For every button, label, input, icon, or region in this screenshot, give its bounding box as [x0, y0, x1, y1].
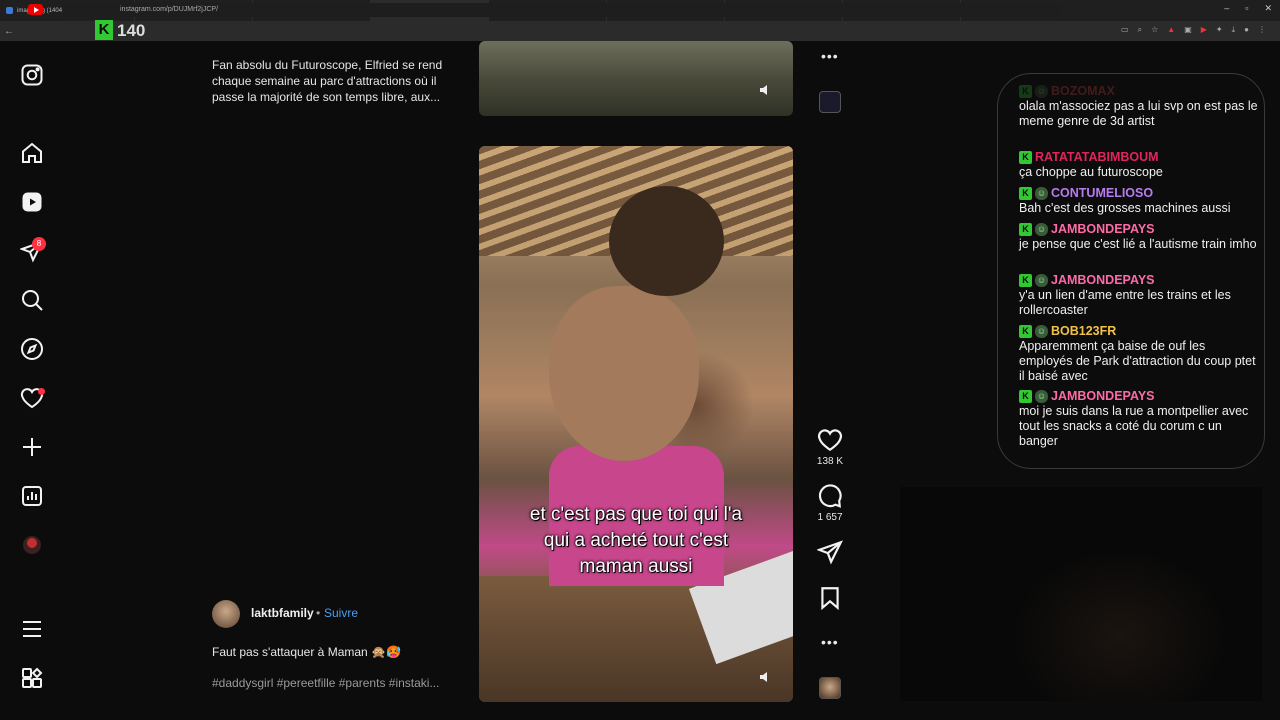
- main-post-more-icon[interactable]: •••: [821, 634, 839, 650]
- profile-icon[interactable]: ●: [1244, 25, 1249, 35]
- download-icon[interactable]: ⤓: [1232, 25, 1236, 35]
- like-count: 138 K: [816, 456, 844, 467]
- chat-message: K ☺ CONTUMELIOSO Bah c'est des grosses mach…: [1019, 186, 1259, 216]
- chat-username: BOB123FR: [1051, 324, 1117, 338]
- puzzle-icon[interactable]: ✦: [1216, 25, 1223, 35]
- more-menu-icon[interactable]: [20, 617, 44, 641]
- explore-icon[interactable]: [20, 337, 44, 361]
- kick-badge-icon: K: [1019, 325, 1032, 338]
- chat-username: JAMBONDEPAYS: [1051, 389, 1155, 403]
- streamer-webcam: [900, 487, 1262, 701]
- youtube-icon: [28, 4, 43, 15]
- chat-message: K ☺ JAMBONDEPAYS je pense que c'est lié a l…: [1019, 222, 1259, 252]
- comment-icon[interactable]: [817, 483, 843, 509]
- menu-dots-icon[interactable]: ⋮: [1258, 25, 1266, 35]
- chat-text: ça choppe au futuroscope: [1019, 165, 1163, 179]
- kick-badge-icon: K: [1019, 223, 1032, 236]
- kick-badge-icon: K: [1019, 151, 1032, 164]
- chat-username: BOZOMAX: [1051, 84, 1115, 98]
- chat-text: y'a un lien d'ame entre les trains et le…: [1019, 288, 1231, 317]
- dashboard-icon[interactable]: [20, 484, 44, 508]
- kick-badge-icon: K: [1019, 187, 1032, 200]
- previous-post-caption: Fan absolu du Futuroscope, Elfried se re…: [212, 58, 443, 104]
- extension-icons: ▭ ⌕ ☆ ▲ ▣ ▶ ✦ ⤓ ● ⋮: [1121, 25, 1266, 35]
- profile-avatar-icon[interactable]: [20, 533, 44, 557]
- address-bar: ←: [0, 21, 1280, 41]
- back-icon[interactable]: ←: [0, 26, 18, 37]
- like-heart-icon[interactable]: [817, 427, 843, 453]
- volume-icon[interactable]: [759, 83, 773, 97]
- zoom-icon[interactable]: ⌕: [1138, 25, 1142, 35]
- volume-icon[interactable]: [759, 670, 773, 684]
- reels-icon[interactable]: [20, 190, 44, 214]
- chat-text: Apparemment ça baise de ouf les employés…: [1019, 339, 1256, 383]
- chat-message: K ☺ BOZOMAX olala m'associez pas a lui svp …: [1019, 84, 1259, 129]
- subscriber-badge-icon: ☺: [1035, 187, 1048, 200]
- create-plus-icon[interactable]: [20, 435, 44, 459]
- minimize-icon[interactable]: –: [1224, 3, 1229, 14]
- author-avatar[interactable]: [212, 600, 240, 628]
- screenshot-icon[interactable]: ▭: [1121, 25, 1129, 35]
- maximize-icon[interactable]: ▫: [1245, 3, 1248, 14]
- subscriber-badge-icon: ☺: [1035, 223, 1048, 236]
- apps-icon[interactable]: [20, 666, 44, 690]
- viewer-count: 140: [117, 21, 146, 40]
- main-post-caption: Faut pas s'attaquer à Maman 🙊🥵: [212, 645, 401, 659]
- author-separator: •: [316, 606, 321, 620]
- main-post-video[interactable]: et c'est pas que toi qui l'a qui a achet…: [479, 146, 793, 702]
- chat-message: K ☺ JAMBONDEPAYS moi je suis dans la rue a …: [1019, 389, 1259, 449]
- extension-icon[interactable]: ▣: [1184, 25, 1192, 35]
- chat-message: K RATATATABIMBOUM ça choppe au futuroscope: [1019, 150, 1259, 180]
- follow-button[interactable]: Suivre: [324, 606, 358, 620]
- chat-username: JAMBONDEPAYS: [1051, 222, 1155, 236]
- url-text: instagram.com/p/DUJMrf2jJCP/: [120, 6, 219, 13]
- chat-text: Bah c'est des grosses machines aussi: [1019, 201, 1231, 215]
- main-post-hashtags[interactable]: #daddysgirl #pereetfille #parents #insta…: [212, 676, 439, 690]
- tab-favicon-icon: [6, 7, 13, 14]
- save-bookmark-icon[interactable]: [817, 585, 843, 611]
- kick-logo-icon: K: [95, 20, 113, 40]
- star-icon[interactable]: ☆: [1151, 25, 1158, 35]
- kick-badge-icon: K: [1019, 274, 1032, 287]
- home-icon[interactable]: [20, 141, 44, 165]
- video-child-face: [549, 286, 699, 461]
- chat-message: K ☺ JAMBONDEPAYS y'a un lien d'ame entre le…: [1019, 273, 1259, 318]
- video-subtitle-line-2: qui a acheté tout c'est: [543, 530, 729, 551]
- kick-badge-icon: K: [1019, 85, 1032, 98]
- chat-message: K ☺ BOB123FR Apparemment ça baise de ouf le…: [1019, 324, 1259, 384]
- video-subtitle-line-1: et c'est pas que toi qui l'a: [529, 504, 743, 525]
- audio-thumbnail[interactable]: [819, 677, 841, 699]
- youtube-ext-icon[interactable]: ▶: [1201, 25, 1207, 35]
- chat-text: moi je suis dans la rue a montpellier av…: [1019, 404, 1249, 448]
- chat-username: CONTUMELIOSO: [1051, 186, 1154, 200]
- previous-post-video[interactable]: [479, 41, 793, 116]
- subscriber-badge-icon: ☺: [1035, 325, 1048, 338]
- extension-red-icon[interactable]: ▲: [1167, 25, 1175, 35]
- previous-post-more-icon[interactable]: •••: [821, 48, 839, 64]
- chat-username: JAMBONDEPAYS: [1051, 273, 1155, 287]
- previous-audio-thumbnail[interactable]: [819, 91, 841, 113]
- chat-username: RATATATABIMBOUM: [1035, 150, 1159, 164]
- comment-count: 1 657: [817, 512, 843, 523]
- chat-text: olala m'associez pas a lui svp on est pa…: [1019, 99, 1258, 128]
- url-field[interactable]: instagram.com/p/DUJMrf2jJCP/: [62, 3, 1062, 17]
- subscriber-badge-icon: ☺: [1035, 274, 1048, 287]
- video-subtitle-line-3: maman aussi: [579, 556, 693, 577]
- subscriber-badge-icon: ☺: [1035, 390, 1048, 403]
- messages-badge: 8: [32, 237, 46, 251]
- kick-badge-icon: K: [1019, 390, 1032, 403]
- video-child-hair: [609, 186, 724, 296]
- instagram-logo-icon[interactable]: [20, 63, 44, 87]
- window-controls: – ▫ ✕: [1224, 3, 1272, 14]
- close-window-icon[interactable]: ✕: [1264, 3, 1272, 14]
- share-icon[interactable]: [815, 539, 843, 565]
- notification-dot: [38, 388, 45, 395]
- subscriber-badge-icon: ☺: [1035, 85, 1048, 98]
- chat-text: je pense que c'est lié a l'autisme train…: [1019, 237, 1257, 251]
- search-icon[interactable]: [20, 288, 44, 312]
- author-username[interactable]: laktbfamily: [251, 606, 314, 620]
- stream-chat-overlay: K ☺ BOZOMAX olala m'associez pas a lui svp …: [997, 73, 1265, 469]
